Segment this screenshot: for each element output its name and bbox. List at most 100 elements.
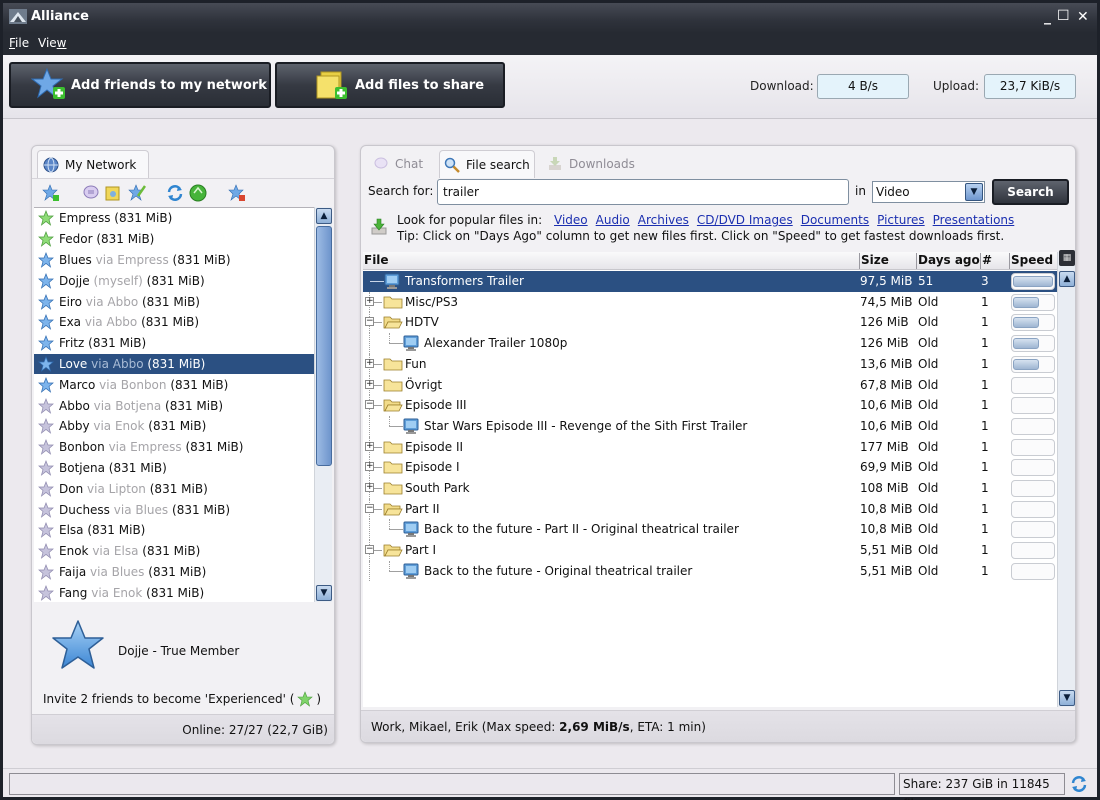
scroll-thumb[interactable] xyxy=(316,226,332,466)
category-select[interactable]: Video ▼ xyxy=(872,181,985,203)
remove-friend-icon[interactable] xyxy=(228,184,246,202)
column-file[interactable]: File xyxy=(364,253,389,267)
link-presentations[interactable]: Presentations xyxy=(933,213,1015,227)
scroll-up-button[interactable]: ▲ xyxy=(1059,271,1075,287)
tab-my-network[interactable]: My Network xyxy=(37,150,149,178)
expand-toggle[interactable]: + xyxy=(365,483,374,492)
friend-item[interactable]: Abbo via Botjena (831 MiB) xyxy=(34,395,314,416)
scroll-down-button[interactable]: ▼ xyxy=(316,585,332,601)
link-cd-dvd-images[interactable]: CD/DVD Images xyxy=(697,213,793,227)
result-row[interactable]: + Övrigt 67,8 MiB Old 1 xyxy=(363,374,1057,396)
speed-meter-fill xyxy=(1013,317,1039,329)
result-row[interactable]: + Episode I 69,9 MiB Old 1 xyxy=(363,457,1057,478)
star-add-icon xyxy=(30,67,67,103)
friend-item[interactable]: Dojje (myself) (831 MiB) xyxy=(34,270,314,291)
friend-item[interactable]: Duchess via Blues (831 MiB) xyxy=(34,499,314,520)
add-friend-icon[interactable] xyxy=(42,184,60,202)
column-size[interactable]: Size xyxy=(861,253,889,267)
column-divider[interactable] xyxy=(859,253,860,269)
column-days-ago[interactable]: Days ago xyxy=(918,253,980,267)
refresh-icon[interactable] xyxy=(166,184,184,202)
close-button[interactable]: ✕ xyxy=(1077,9,1089,25)
friend-item[interactable]: Empress (831 MiB) xyxy=(34,208,314,229)
result-row[interactable]: + Fun 13,6 MiB Old 1 xyxy=(363,353,1057,375)
column-divider[interactable] xyxy=(1009,253,1010,269)
column-chooser-icon[interactable]: ▦ xyxy=(1059,250,1075,266)
friend-item[interactable]: Fedor (831 MiB) xyxy=(34,229,314,250)
result-row[interactable]: − Part I 5,51 MiB Old 1 xyxy=(363,540,1057,561)
friend-item[interactable]: Eiro via Abbo (831 MiB) xyxy=(34,291,314,312)
friend-item[interactable]: Don via Lipton (831 MiB) xyxy=(34,478,314,499)
menu-file[interactable]: File xyxy=(9,36,29,50)
chat-icon[interactable] xyxy=(82,184,100,202)
column-speed[interactable]: Speed xyxy=(1011,253,1053,267)
result-count: 1 xyxy=(981,543,989,558)
friend-item[interactable]: Botjena (831 MiB) xyxy=(34,458,314,479)
result-row[interactable]: Star Wars Episode III - Revenge of the S… xyxy=(363,415,1057,437)
collapse-toggle[interactable]: − xyxy=(365,400,374,410)
speed-meter xyxy=(1011,293,1055,311)
friend-via: via Elsa xyxy=(92,544,139,559)
tree-line xyxy=(389,560,390,571)
column-divider[interactable] xyxy=(916,253,917,269)
friend-item[interactable]: Elsa (831 MiB) xyxy=(34,520,314,541)
collapse-toggle[interactable]: − xyxy=(365,317,374,327)
chevron-down-icon[interactable]: ▼ xyxy=(965,183,983,201)
result-row[interactable]: + Misc/PS3 74,5 MiB Old 1 xyxy=(363,291,1057,313)
share-folder-icon[interactable] xyxy=(104,184,122,202)
result-row[interactable]: − Episode III 10,6 MiB Old 1 xyxy=(363,395,1057,416)
expand-toggle[interactable]: + xyxy=(365,296,374,306)
result-row[interactable]: − HDTV 126 MiB Old 1 xyxy=(363,312,1057,334)
expand-toggle[interactable]: + xyxy=(365,379,374,389)
friend-item[interactable]: Abby via Enok (831 MiB) xyxy=(34,416,314,437)
expand-toggle[interactable]: + xyxy=(365,441,374,451)
results-scrollbar[interactable]: ▦ ▲ ▼ xyxy=(1057,250,1075,707)
friend-item[interactable]: Love via Abbo (831 MiB) xyxy=(34,353,314,375)
tab-chat[interactable]: Chat xyxy=(369,150,437,178)
friend-item[interactable]: Exa via Abbo (831 MiB) xyxy=(34,312,314,333)
friend-item[interactable]: Fang via Enok (831 MiB) xyxy=(34,582,314,602)
friend-item[interactable]: Marco via Bonbon (831 MiB) xyxy=(34,374,314,395)
tab-downloads[interactable]: Downloads xyxy=(543,150,643,178)
add-friends-button[interactable]: Add friends to my network xyxy=(9,62,271,108)
link-video[interactable]: Video xyxy=(554,213,588,227)
menu-view[interactable]: View xyxy=(38,36,67,50)
expand-toggle[interactable]: + xyxy=(365,358,374,368)
search-input[interactable]: trailer xyxy=(437,179,849,205)
friend-item[interactable]: Fritz (831 MiB) xyxy=(34,333,314,354)
edit-friend-icon[interactable] xyxy=(128,184,146,202)
result-row[interactable]: Back to the future - Part II - Original … xyxy=(363,519,1057,541)
link-archives[interactable]: Archives xyxy=(638,213,689,227)
expand-toggle[interactable]: + xyxy=(365,462,374,472)
result-days-ago: Old xyxy=(918,481,939,495)
result-row[interactable]: Back to the future - Original theatrical… xyxy=(363,560,1057,582)
scroll-down-button[interactable]: ▼ xyxy=(1059,690,1075,706)
result-row[interactable]: Alexander Trailer 1080p 126 MiB Old 1 xyxy=(363,333,1057,354)
friend-item[interactable]: Bonbon via Empress (831 MiB) xyxy=(34,437,314,458)
collapse-toggle[interactable]: − xyxy=(365,545,374,555)
link-audio[interactable]: Audio xyxy=(596,213,630,227)
link-pictures[interactable]: Pictures xyxy=(877,213,925,227)
result-row[interactable]: − Part II 10,8 MiB Old 1 xyxy=(363,498,1057,520)
sync-icon[interactable] xyxy=(1070,775,1088,793)
friend-item[interactable]: Faija via Blues (831 MiB) xyxy=(34,562,314,583)
friend-item[interactable]: Enok via Elsa (831 MiB) xyxy=(34,541,314,562)
result-row[interactable]: + South Park 108 MiB Old 1 xyxy=(363,478,1057,499)
scroll-up-button[interactable]: ▲ xyxy=(316,208,332,224)
column-count[interactable]: # xyxy=(982,253,992,267)
friend-size: (831 MiB) xyxy=(149,481,208,496)
add-files-label: Add files to share xyxy=(355,77,485,93)
link-documents[interactable]: Documents xyxy=(801,213,869,227)
friends-scrollbar[interactable]: ▲ ▼ xyxy=(314,207,332,602)
maximize-button[interactable]: ☐ xyxy=(1057,8,1070,24)
recycle-icon[interactable] xyxy=(189,184,207,202)
column-divider[interactable] xyxy=(980,253,981,269)
add-files-button[interactable]: Add files to share xyxy=(275,62,505,108)
minimize-button[interactable]: _ xyxy=(1044,9,1051,25)
friend-item[interactable]: Blues via Empress (831 MiB) xyxy=(34,250,314,271)
collapse-toggle[interactable]: − xyxy=(365,503,374,513)
tab-file-search[interactable]: File search xyxy=(439,150,535,178)
result-row[interactable]: + Episode II 177 MiB Old 1 xyxy=(363,436,1057,458)
search-button[interactable]: Search xyxy=(992,179,1069,205)
result-row[interactable]: Transformers Trailer 97,5 MiB 51 3 xyxy=(363,271,1057,292)
